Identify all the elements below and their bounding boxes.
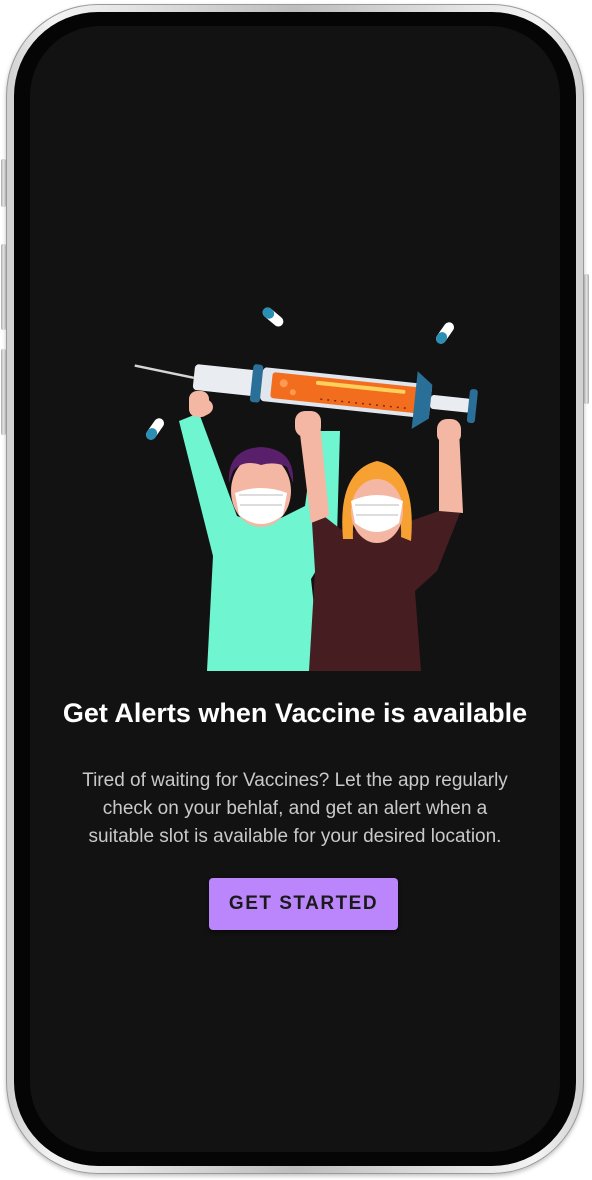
phone-bezel: Get Alerts when Vaccine is available Tir…: [14, 12, 576, 1166]
hand-left: [189, 398, 213, 416]
side-button-silent: [1, 159, 6, 207]
side-button-volume-up: [1, 244, 6, 330]
person-right: [295, 411, 463, 671]
get-started-button[interactable]: GET STARTED: [209, 878, 398, 930]
onboarding-title: Get Alerts when Vaccine is available: [62, 698, 528, 728]
side-button-power: [584, 274, 589, 404]
side-button-volume-down: [1, 349, 6, 435]
app-screen: Get Alerts when Vaccine is available Tir…: [30, 26, 560, 1152]
pill-icon: [435, 322, 455, 344]
onboarding-description: Tired of waiting for Vaccines? Let the a…: [82, 770, 508, 847]
phone-frame: Get Alerts when Vaccine is available Tir…: [1, 4, 589, 1174]
vaccine-illustration: [134, 307, 478, 671]
pill-icon: [262, 307, 284, 327]
hand-right: [437, 426, 461, 444]
pill-icon: [145, 418, 165, 440]
